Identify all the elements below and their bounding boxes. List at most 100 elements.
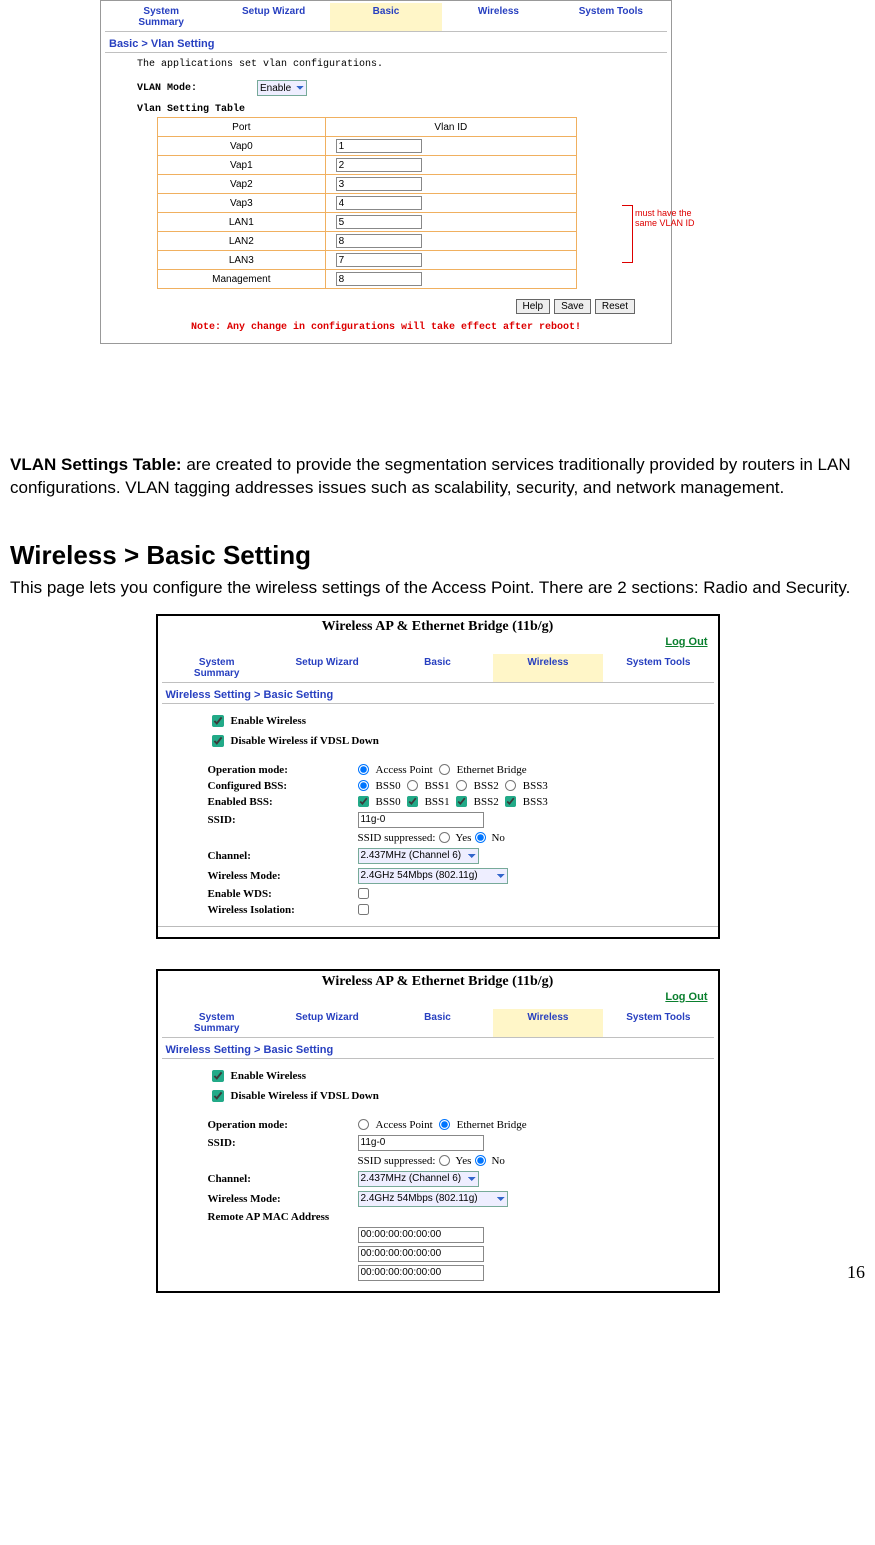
tab-system-summary[interactable]: System Summary [162, 1009, 272, 1038]
vlanid-input[interactable] [336, 158, 422, 172]
doc-heading-wireless: Wireless > Basic Setting [10, 540, 865, 571]
ssid-input[interactable] [358, 1135, 484, 1151]
wireless-mode-select[interactable]: 2.4GHz 54Mbps (802.11g) [358, 868, 508, 884]
tab-basic[interactable]: Basic [330, 3, 442, 32]
disable-wireless-vdsl-checkbox[interactable] [212, 735, 224, 747]
app-title: Wireless AP & Ethernet Bridge (11b/g) [158, 616, 718, 636]
wireless-isolation-checkbox[interactable] [358, 904, 369, 915]
table-row: Vap2 [158, 175, 577, 194]
vlan-annotation: must have the same VLAN ID [635, 209, 705, 229]
vlanid-input[interactable] [336, 139, 422, 153]
vlan-table: Port Vlan ID Vap0 Vap1 Vap2 Vap3 LAN1 LA… [157, 117, 577, 289]
tab-setup-wizard[interactable]: Setup Wizard [272, 654, 382, 683]
tab-setup-wizard[interactable]: Setup Wizard [217, 3, 329, 32]
vlanid-input[interactable] [336, 215, 422, 229]
enable-wireless-checkbox[interactable] [212, 715, 224, 727]
tab-bar: System Summary Setup Wizard Basic Wirele… [158, 1007, 718, 1038]
annotation-bracket [602, 205, 633, 263]
vlan-note: Note: Any change in configurations will … [101, 320, 671, 343]
doc-paragraph-vlan: VLAN Settings Table: are created to prov… [10, 454, 865, 500]
en-bss2-checkbox[interactable] [456, 796, 467, 807]
vlanid-input[interactable] [336, 177, 422, 191]
disable-wireless-vdsl-checkbox[interactable] [212, 1090, 224, 1102]
opmode-bridge-radio[interactable] [439, 1119, 450, 1130]
cfg-bss2-radio[interactable] [456, 780, 467, 791]
app-title: Wireless AP & Ethernet Bridge (11b/g) [158, 971, 718, 991]
cfg-bss3-radio[interactable] [505, 780, 516, 791]
tab-bar: System Summary Setup Wizard Basic Wirele… [158, 652, 718, 683]
enable-wds-checkbox[interactable] [358, 888, 369, 899]
wireless-mode-label: Wireless Mode: [208, 870, 358, 882]
opmode-ap-radio[interactable] [358, 1119, 369, 1130]
reset-button[interactable]: Reset [595, 299, 635, 314]
en-bss1-checkbox[interactable] [407, 796, 418, 807]
table-row: Management [158, 270, 577, 289]
vlanid-input[interactable] [336, 253, 422, 267]
opmode-ap-radio[interactable] [358, 764, 369, 775]
doc-paragraph-wireless: This page lets you configure the wireles… [10, 577, 865, 600]
enable-wds-label: Enable WDS: [208, 888, 358, 900]
breadcrumb: Basic > Vlan Setting [105, 32, 667, 53]
cfg-bss1-radio[interactable] [407, 780, 418, 791]
col-port: Port [158, 118, 326, 137]
channel-select[interactable]: 2.437MHz (Channel 6) [358, 1171, 479, 1187]
logout-link[interactable]: Log Out [665, 636, 707, 648]
enable-wireless-label: Enable Wireless [231, 715, 307, 727]
vlanid-input[interactable] [336, 196, 422, 210]
table-row: Vap3 [158, 194, 577, 213]
disable-wireless-vdsl-label: Disable Wireless if VDSL Down [231, 1090, 379, 1102]
table-row: LAN1 [158, 213, 577, 232]
wireless-isolation-label: Wireless Isolation: [208, 904, 358, 916]
vlan-screenshot: System Summary Setup Wizard Basic Wirele… [100, 0, 672, 344]
cfg-bss0-radio[interactable] [358, 780, 369, 791]
page-number: 16 [847, 1262, 865, 1283]
vlanid-input[interactable] [336, 272, 422, 286]
remote-mac-input[interactable] [358, 1227, 484, 1243]
ssid-input[interactable] [358, 812, 484, 828]
enable-wireless-label: Enable Wireless [231, 1070, 307, 1082]
ssid-suppressed-label: SSID suppressed: [358, 832, 436, 844]
channel-label: Channel: [208, 850, 358, 862]
ssid-supp-no-radio[interactable] [475, 1155, 486, 1166]
opmode-label: Operation mode: [208, 764, 358, 776]
en-bss3-checkbox[interactable] [505, 796, 516, 807]
enable-wireless-checkbox[interactable] [212, 1070, 224, 1082]
enabled-bss-label: Enabled BSS: [208, 796, 358, 808]
ssid-supp-no-radio[interactable] [475, 832, 486, 843]
tab-wireless[interactable]: Wireless [442, 3, 554, 32]
remote-mac-input[interactable] [358, 1265, 484, 1281]
channel-select[interactable]: 2.437MHz (Channel 6) [358, 848, 479, 864]
vlan-mode-select[interactable]: Enable [257, 80, 307, 96]
tab-basic[interactable]: Basic [382, 1009, 492, 1038]
disable-wireless-vdsl-label: Disable Wireless if VDSL Down [231, 735, 379, 747]
tab-setup-wizard[interactable]: Setup Wizard [272, 1009, 382, 1038]
tab-basic[interactable]: Basic [382, 654, 492, 683]
vlanid-input[interactable] [336, 234, 422, 248]
tab-wireless[interactable]: Wireless [493, 1009, 603, 1038]
ssid-supp-yes-radio[interactable] [439, 1155, 450, 1166]
ssid-label: SSID: [208, 1137, 358, 1149]
wireless-mode-label: Wireless Mode: [208, 1193, 358, 1205]
wireless-mode-select[interactable]: 2.4GHz 54Mbps (802.11g) [358, 1191, 508, 1207]
remote-mac-input[interactable] [358, 1246, 484, 1262]
vlan-desc: The applications set vlan configurations… [137, 59, 635, 70]
channel-label: Channel: [208, 1173, 358, 1185]
tab-system-summary[interactable]: System Summary [162, 654, 272, 683]
tab-system-tools[interactable]: System Tools [603, 1009, 713, 1038]
tab-system-tools[interactable]: System Tools [603, 654, 713, 683]
table-row: LAN2 [158, 232, 577, 251]
en-bss0-checkbox[interactable] [358, 796, 369, 807]
ssid-label: SSID: [208, 814, 358, 826]
tab-system-tools[interactable]: System Tools [555, 3, 667, 32]
table-row: Vap1 [158, 156, 577, 175]
save-button[interactable]: Save [554, 299, 591, 314]
tab-wireless[interactable]: Wireless [493, 654, 603, 683]
help-button[interactable]: Help [516, 299, 551, 314]
logout-link[interactable]: Log Out [665, 991, 707, 1003]
remote-mac-label: Remote AP MAC Address [208, 1211, 358, 1223]
opmode-bridge-radio[interactable] [439, 764, 450, 775]
tab-system-summary[interactable]: System Summary [105, 3, 217, 32]
vlan-mode-label: VLAN Mode: [137, 83, 257, 94]
col-vlanid: Vlan ID [325, 118, 576, 137]
ssid-supp-yes-radio[interactable] [439, 832, 450, 843]
